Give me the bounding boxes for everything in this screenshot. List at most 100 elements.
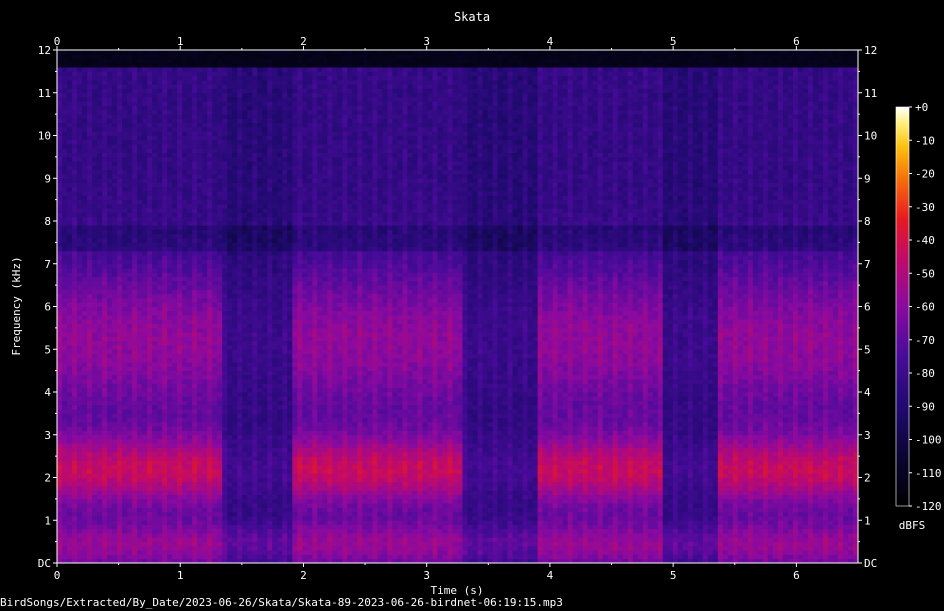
spectrogram-cell [97,456,103,461]
spectrogram-cell [147,75,153,81]
spectrogram-cell [152,114,158,119]
spectrogram-cell [202,148,208,153]
spectrogram-cell [87,280,93,286]
spectrogram-cell [172,280,178,286]
spectrogram-cell [82,439,88,444]
spectrogram-cell [112,92,118,98]
spectrogram-cell [112,71,118,77]
spectrogram-cell [217,195,223,201]
spectrogram-cell [212,515,218,521]
spectrogram-cell [97,417,103,423]
spectrogram-cell [87,349,93,354]
spectrogram-cell [102,139,108,145]
spectrogram-cell [237,101,243,106]
spectrogram-cell [117,259,123,265]
spectrogram-cell [112,460,118,466]
spectrogram-cell [167,349,173,354]
spectrogram-cell [187,255,193,260]
spectrogram-cell [212,490,218,495]
spectrogram-cell [177,199,183,205]
spectrogram-cell [212,255,218,260]
spectrogram-cell [192,126,198,132]
spectrogram-cell [82,456,88,461]
spectrogram-cell [57,533,63,538]
spectrogram-cell [72,541,78,547]
spectrogram-cell [127,259,133,265]
spectrogram-cell [207,280,213,286]
spectrogram-cell [92,131,98,136]
spectrogram-cell [247,216,253,222]
spectrogram-cell [197,511,203,517]
spectrogram-cell [197,498,203,504]
spectrogram-cell [172,447,178,453]
spectrogram-cell [177,417,183,423]
spectrogram-cell [152,379,158,384]
spectrogram-cell [212,122,218,128]
spectrogram-cell [152,289,158,295]
spectrogram-cell [167,302,173,307]
spectrogram-cell [82,212,88,218]
spectrogram-cell [152,259,158,265]
spectrogram-cell [147,554,153,560]
spectrogram-cell [247,327,253,333]
spectrogram-cell [62,173,68,179]
spectrogram-cell [207,319,213,324]
spectrogram-cell [237,212,243,218]
spectrogram-cell [157,310,163,316]
spectrogram-cell [252,221,258,226]
spectrogram-cell [112,178,118,183]
spectrogram-cell [207,272,213,277]
spectrogram-cell [77,195,83,201]
spectrogram-cell [242,439,248,444]
spectrogram-cell [227,297,233,303]
spectrogram-cell [217,259,223,265]
spectrogram-cell [182,370,188,376]
spectrogram-cell [152,404,158,410]
spectrogram-cell [192,400,198,406]
spectrogram-cell [152,79,158,85]
spectrogram-cell [142,511,148,517]
spectrogram-cell [107,315,113,320]
spectrogram-cell [142,315,148,320]
spectrogram-cell [252,374,258,380]
spectrogram-cell [57,250,63,256]
spectrogram-cell [252,528,258,534]
spectrogram-cell [197,161,203,166]
spectrogram-cell [207,362,213,367]
spectrogram-cell [152,434,158,440]
spectrogram-cell [102,417,108,423]
spectrogram-cell [182,178,188,183]
spectrogram-cell [62,84,68,89]
spectrogram-cell [217,178,223,183]
spectrogram-cell [97,109,103,115]
spectrogram-cell [162,182,168,188]
spectrogram-cell [252,88,258,94]
spectrogram-cell [192,105,198,111]
spectrogram-cell [217,144,223,149]
spectrogram-cell [172,520,178,525]
spectrogram-cell [192,67,198,72]
spectrogram-cell [212,276,218,282]
spectrogram-cell [92,92,98,98]
spectrogram-cell [127,233,133,239]
spectrogram-cell [122,319,128,324]
spectrogram-cell [122,272,128,277]
spectrogram-cell [187,114,193,119]
spectrogram-cell [62,71,68,77]
spectrogram-cell [87,366,93,372]
spectrogram-cell [147,50,153,55]
spectrogram-cell [97,50,103,55]
spectrogram-cell [192,477,198,483]
spectrogram-cell [162,54,168,59]
spectrogram-cell [167,71,173,77]
spectrogram-cell [147,451,153,457]
spectrogram-cell [197,165,203,171]
spectrogram-cell [222,456,228,461]
spectrogram-cell [87,524,93,530]
spectrogram-cell [222,79,228,85]
spectrogram-cell [252,289,258,295]
spectrogram-cell [72,272,78,277]
spectrogram-cell [137,498,143,504]
spectrogram-cell [252,250,258,256]
spectrogram-cell [102,156,108,162]
